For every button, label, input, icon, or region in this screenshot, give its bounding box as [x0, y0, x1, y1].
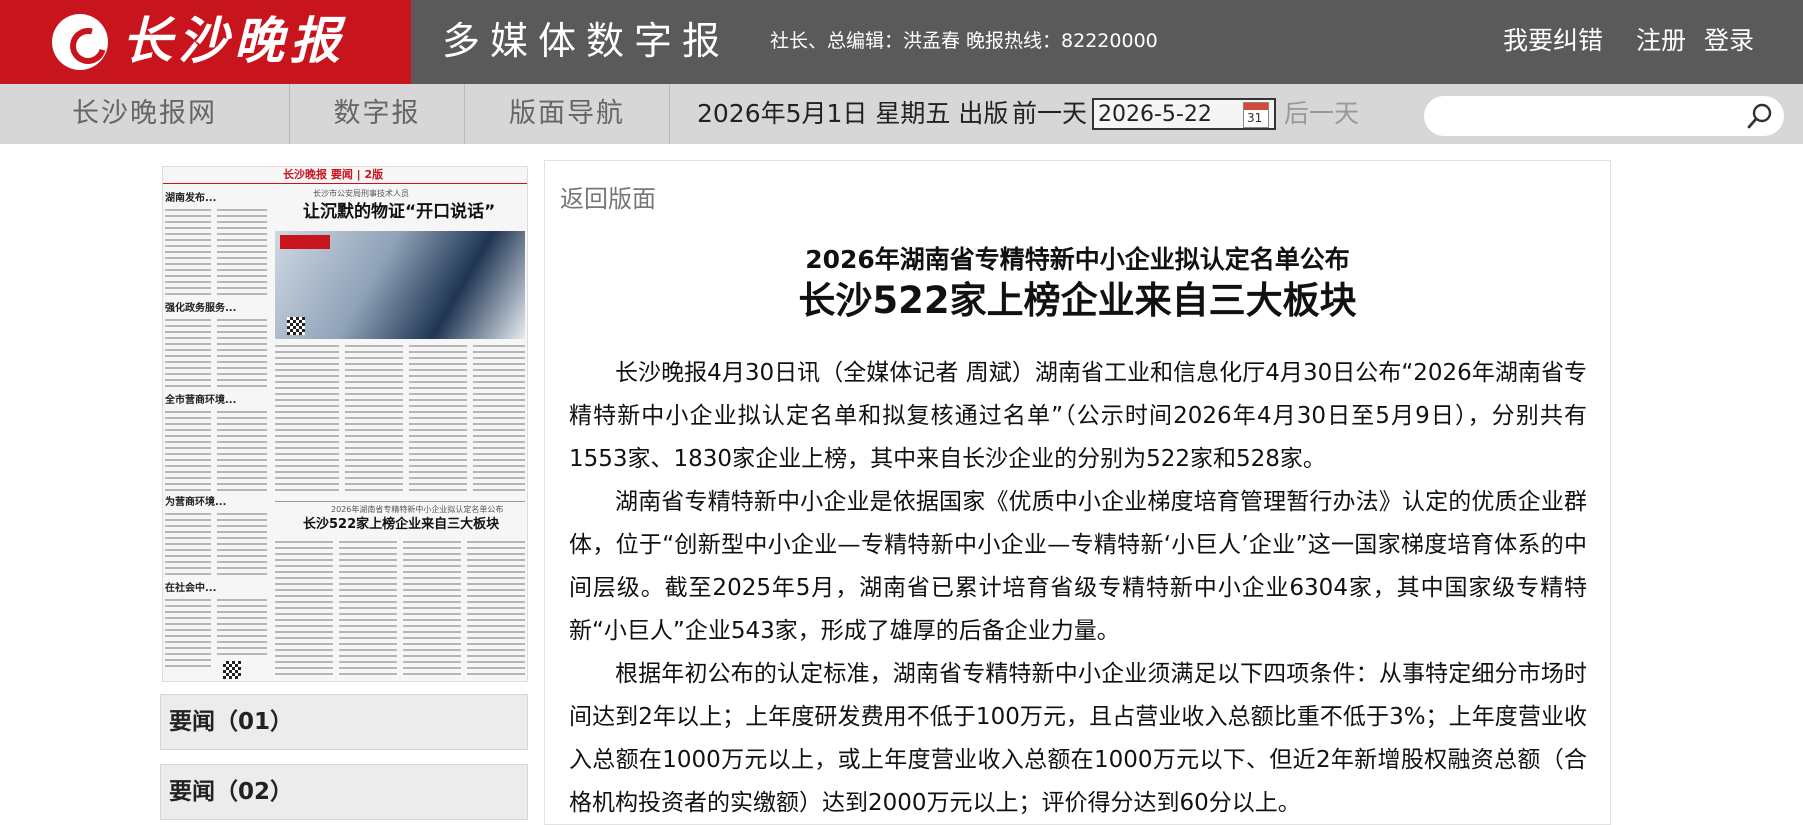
nav-item-page-navigation[interactable]: 版面导航	[465, 84, 670, 144]
thumbnail-text-column	[165, 209, 211, 299]
search-box	[1424, 96, 1784, 136]
thumbnail-side-heading: 全市营商环境...	[165, 395, 237, 406]
search-icon[interactable]	[1746, 102, 1774, 130]
thumbnail-text-column	[165, 513, 211, 577]
article-paragraph: 湖南省专精特新中小企业是依据国家《优质中小企业梯度培育管理暂行办法》认定的优质企…	[569, 489, 1587, 644]
back-to-page-link[interactable]: 返回版面	[560, 184, 656, 214]
thumbnail-text-column	[217, 411, 267, 491]
thumbnail-text-column	[217, 513, 267, 577]
calendar-icon[interactable]	[1243, 102, 1269, 128]
thumbnail-text-column	[339, 541, 397, 679]
thumbnail-photo-badge	[280, 235, 330, 249]
logo-icon	[52, 14, 108, 70]
thumbnail-top-headline: 让沉默的物证“开口说话”	[303, 202, 496, 222]
article-subtitle: 2026年湖南省专精特新中小企业拟认定名单公布	[805, 245, 1350, 274]
thumbnail-side-heading: 为营商环境...	[165, 497, 227, 508]
top-header: 长沙晚报 多媒体数字报 社长、总编辑：洪孟春 晚报热线：82220000 我要纠…	[0, 0, 1803, 84]
thumbnail-divider	[275, 501, 525, 502]
page-thumbnail[interactable]: 长沙晚报 要闻 | 2版 湖南发布... 强化政务服务... 全市营商环境...…	[162, 166, 528, 682]
thumbnail-side-heading: 在社会中...	[165, 583, 217, 594]
thumbnail-masthead-bar: 长沙晚报 要闻 | 2版	[163, 167, 527, 184]
issue-date: 2026年5月1日 星期五 出版	[697, 99, 1009, 128]
section-label: 要闻（02）	[169, 779, 294, 805]
section-button-news-02[interactable]: 要闻（02）	[160, 764, 528, 820]
logo-text: 长沙晚报	[122, 11, 346, 70]
article-headline: 长沙522家上榜企业来自三大板块	[798, 279, 1357, 322]
section-label: 要闻（01）	[169, 709, 294, 735]
thumbnail-text-column	[165, 319, 211, 391]
thumbnail-text-column	[473, 345, 525, 495]
thumbnail-text-column	[165, 599, 211, 671]
thumbnail-mid-headline: 长沙522家上榜企业来自三大板块	[303, 517, 500, 532]
report-error-link[interactable]: 我要纠错	[1503, 24, 1603, 58]
thumbnail-text-column	[217, 319, 267, 391]
thumbnail-text-column	[275, 345, 339, 495]
register-link[interactable]: 注册	[1636, 24, 1686, 58]
logo[interactable]: 长沙晚报	[0, 0, 411, 84]
login-link[interactable]: 登录	[1704, 24, 1754, 58]
nav-item-home[interactable]: 长沙晚报网	[0, 84, 290, 144]
nav-bar: 长沙晚报网 数字报 版面导航 2026年5月1日 星期五 出版 前一天 后一天	[0, 84, 1803, 144]
thumbnail-masthead: 长沙晚报 要闻 | 2版	[283, 168, 384, 181]
thumbnail-kicker: 长沙市公安局刑事技术人员	[313, 189, 409, 198]
thumbnail-qr-code	[287, 317, 305, 335]
thumbnail-side-heading: 强化政务服务...	[165, 303, 237, 314]
thumbnail-qr-code	[223, 661, 241, 679]
editor-info: 社长、总编辑：洪孟春 晚报热线：82220000	[770, 30, 1158, 52]
thumbnail-text-column	[217, 599, 267, 659]
thumbnail-side-heading: 湖南发布...	[165, 193, 217, 204]
thumbnail-text-column	[275, 541, 333, 679]
next-day-link[interactable]: 后一天	[1284, 97, 1359, 131]
thumbnail-kicker: 2026年湖南省专精特新中小企业拟认定名单公布	[331, 505, 504, 514]
article-paragraph: 根据年初公布的认定标准，湖南省专精特新中小企业须满足以下四项条件：从事特定细分市…	[569, 661, 1587, 816]
section-button-news-01[interactable]: 要闻（01）	[160, 694, 528, 750]
thumbnail-text-column	[409, 345, 467, 495]
article-paragraph: 长沙晚报4月30日讯（全媒体记者 周斌）湖南省工业和信息化厅4月30日公布“20…	[569, 360, 1587, 472]
thumbnail-text-column	[345, 345, 403, 495]
thumbnail-text-column	[467, 541, 525, 679]
prev-day-link[interactable]: 前一天	[1012, 97, 1087, 131]
search-input[interactable]	[1442, 102, 1736, 132]
thumbnail-text-column	[217, 209, 267, 299]
thumbnail-text-column	[403, 541, 461, 679]
thumbnail-text-column	[165, 411, 211, 491]
nav-item-digital-paper[interactable]: 数字报	[290, 84, 465, 144]
site-subtitle: 多媒体数字报	[442, 19, 731, 63]
